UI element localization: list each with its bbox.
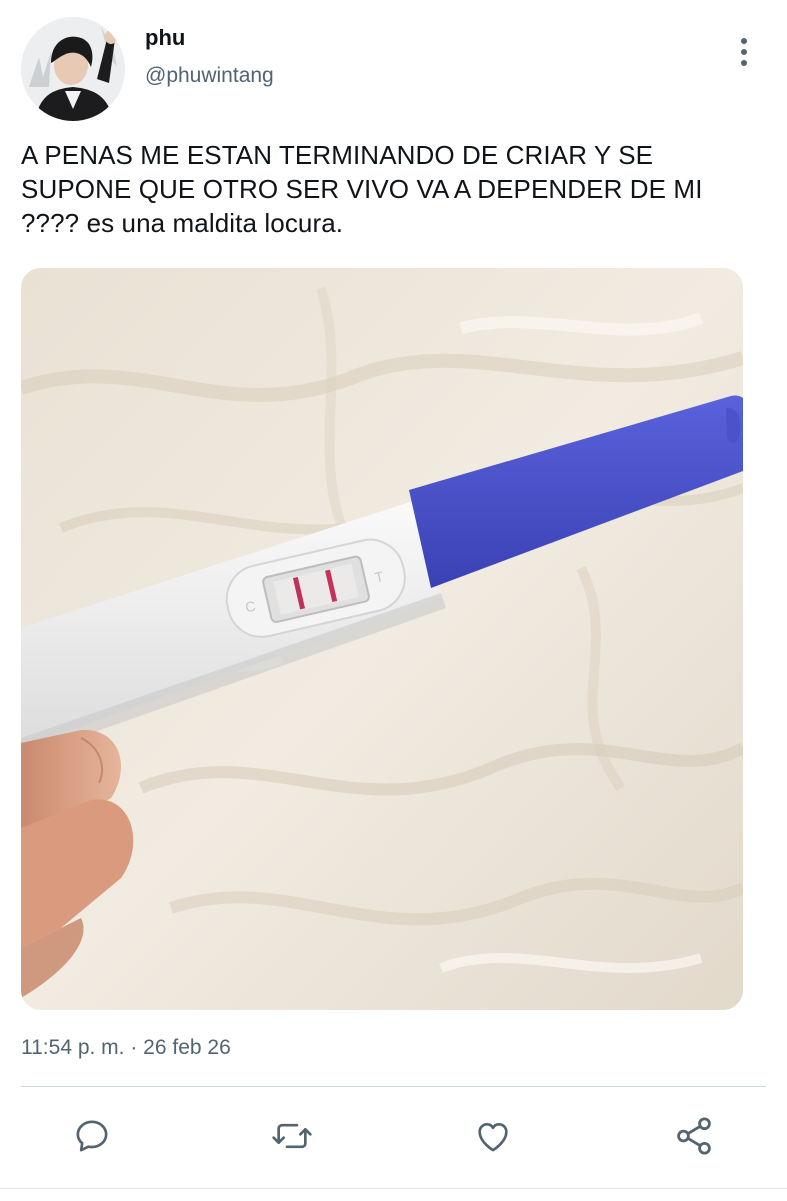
avatar[interactable] — [21, 17, 125, 121]
reply-icon[interactable] — [68, 1112, 116, 1160]
share-icon[interactable] — [670, 1112, 718, 1160]
retweet-icon[interactable] — [268, 1112, 316, 1160]
tweet-card: phu @phuwintang A PENAS ME ESTAN TERMINA… — [0, 0, 787, 1201]
action-bar — [0, 1112, 787, 1162]
more-vertical-icon[interactable] — [728, 34, 760, 70]
divider — [21, 1086, 766, 1087]
display-name[interactable]: phu — [145, 25, 185, 51]
bottom-edge — [0, 1188, 787, 1201]
tweet-timestamp[interactable]: 11:54 p. m. · 26 feb 26 — [21, 1036, 231, 1060]
tweet-image[interactable]: C T — [21, 268, 743, 1010]
tweet-text: A PENAS ME ESTAN TERMINANDO DE CRIAR Y S… — [21, 140, 703, 238]
heart-icon[interactable] — [469, 1112, 517, 1160]
user-handle[interactable]: @phuwintang — [145, 64, 274, 88]
